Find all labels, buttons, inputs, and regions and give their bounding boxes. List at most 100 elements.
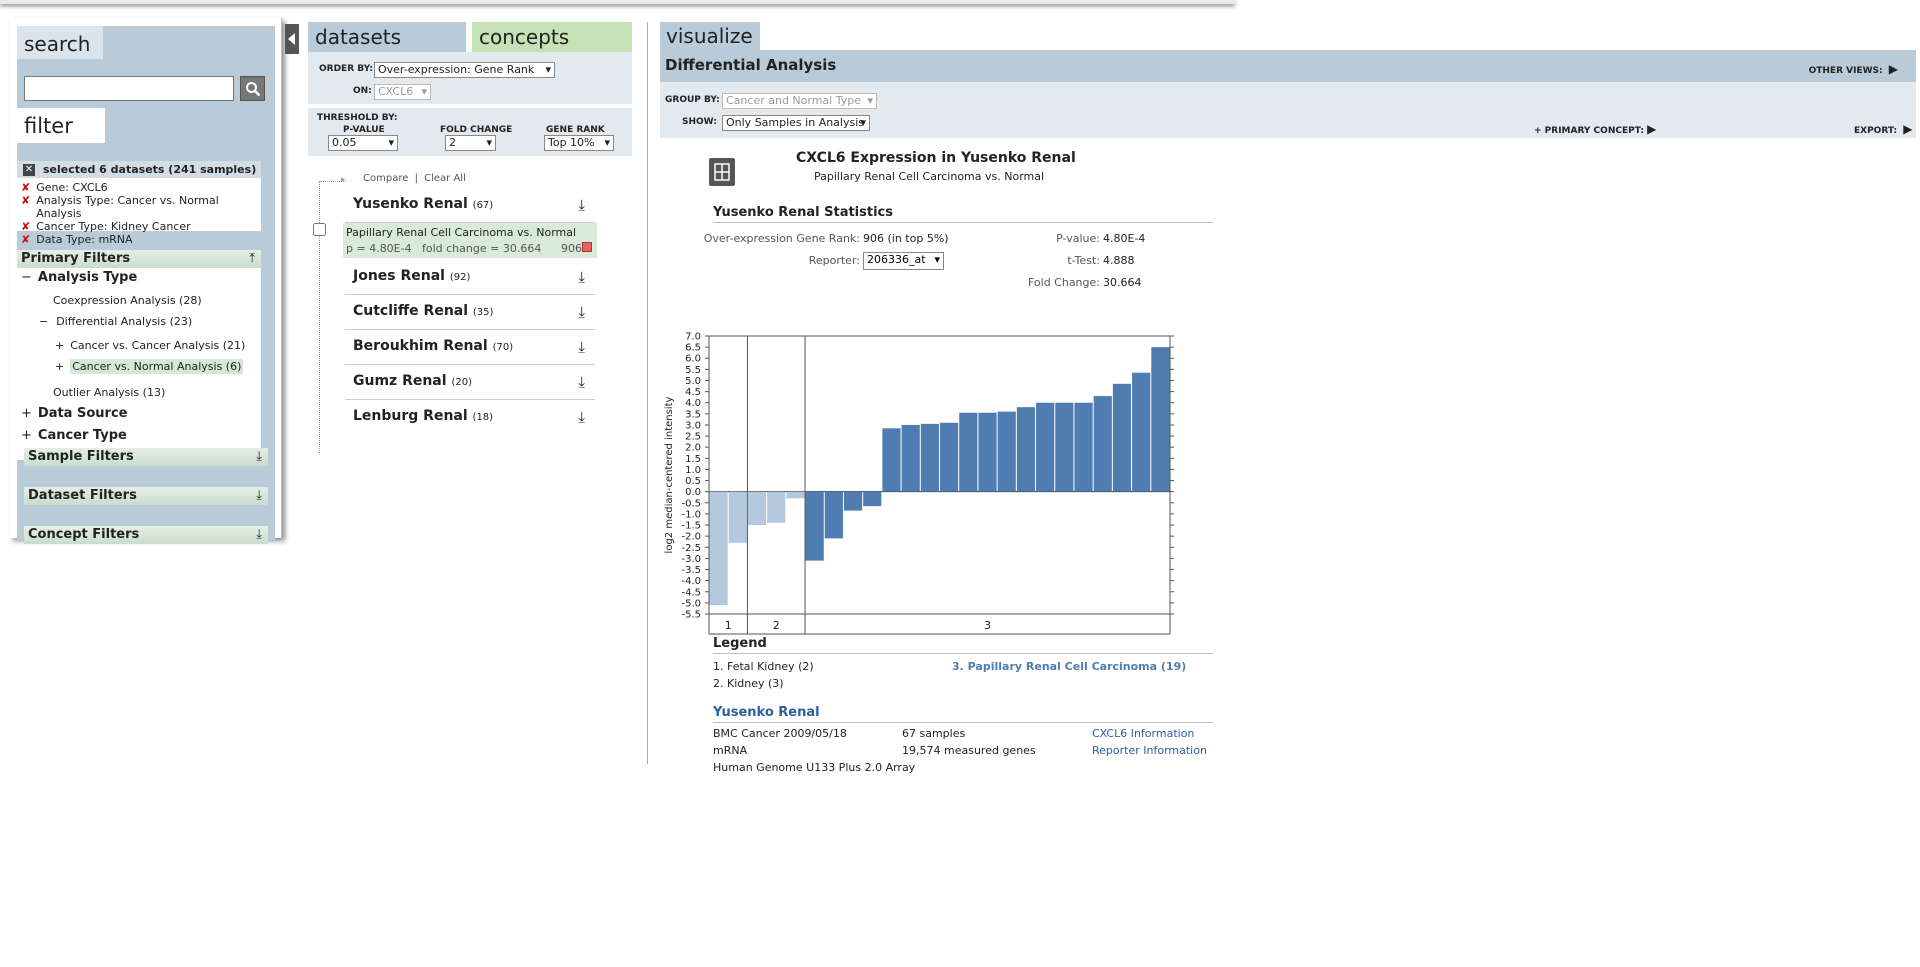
fold-change-label: Fold Change: <box>1027 276 1100 289</box>
active-filter: ✘ Analysis Type: Cancer vs. Normal Analys… <box>21 194 219 220</box>
dataset-row-lenburg[interactable]: Lenburg Renal (18) ⤓ <box>345 400 595 435</box>
tab-concepts[interactable]: concepts <box>472 22 632 52</box>
remove-filter-icon[interactable]: ✘ <box>21 181 30 194</box>
bar <box>1132 372 1151 492</box>
other-views-button[interactable]: OTHER VIEWS: ▶ <box>1809 62 1898 76</box>
primary-concept-button[interactable]: + PRIMARY CONCEPT: ▶ <box>1534 122 1656 136</box>
compare-link[interactable]: Compare <box>363 173 408 184</box>
analysis-row[interactable]: Papillary Renal Cell Carcinoma vs. Norma… <box>343 223 597 258</box>
y-tick-label: 5.0 <box>685 376 701 387</box>
tree-differential[interactable]: − Differential Analysis (23) <box>39 315 192 328</box>
y-tick-label: 3.5 <box>685 409 701 420</box>
dataset-row-beroukhim[interactable]: Beroukhim Renal (70) ⤓ <box>345 330 595 365</box>
dataset-type: mRNA <box>713 744 748 757</box>
gene-info-link[interactable]: CXCL6 Information <box>1092 727 1194 740</box>
expand-icon[interactable]: ⤓ <box>256 526 262 544</box>
tree-coexpression[interactable]: Coexpression Analysis (28) <box>53 294 202 307</box>
bar <box>978 412 997 492</box>
export-button[interactable]: EXPORT: ▶ <box>1854 122 1912 136</box>
bar <box>786 491 805 499</box>
analysis-fold: fold change = 30.664 <box>422 242 542 255</box>
reporter-info-link[interactable]: Reporter Information <box>1092 744 1207 757</box>
bar <box>997 411 1016 492</box>
play-icon: ▶ <box>1903 122 1913 136</box>
datasets-panel: datasets concepts ORDER BY: Over-express… <box>305 20 635 760</box>
tree-cancer-vs-cancer[interactable]: + Cancer vs. Cancer Analysis (21) <box>55 339 245 352</box>
analysis-checkbox[interactable] <box>313 223 326 236</box>
y-tick-label: -2.0 <box>681 532 701 543</box>
expand-icon[interactable]: ⤓ <box>256 487 262 505</box>
fold-change-label: FOLD CHANGE <box>440 125 513 135</box>
collapse-panel-handle[interactable] <box>285 24 299 54</box>
tree-outlier[interactable]: Outlier Analysis (13) <box>53 386 165 399</box>
search-button[interactable] <box>240 76 265 101</box>
top-strip <box>0 0 1235 4</box>
download-icon[interactable]: ⤓ <box>578 373 585 391</box>
show-select[interactable]: Only Samples in Analysis <box>722 115 870 131</box>
selected-datasets-box: ✕ selected 6 datasets (241 samples) ✘ Gen… <box>17 161 261 246</box>
download-icon[interactable]: ⤓ <box>578 303 585 321</box>
gene-rank-select[interactable]: Top 10% <box>544 135 614 151</box>
dataset-filters-header[interactable]: Dataset Filters ⤓ <box>24 487 268 505</box>
download-icon[interactable]: ⤓ <box>578 196 585 214</box>
fold-change-select[interactable]: 2 <box>445 135 496 151</box>
dataset-row-cutcliffe[interactable]: Cutcliffe Renal (35) ⤓ <box>345 295 595 330</box>
collapse-up-icon[interactable]: ⤒ <box>249 250 255 268</box>
pvalue-select[interactable]: 0.05 <box>328 135 398 151</box>
order-by-box: ORDER BY: Over-expression: Gene Rank ON:… <box>308 52 632 104</box>
tree-cancer-type[interactable]: + Cancer Type <box>21 428 127 443</box>
tab-datasets[interactable]: datasets <box>308 22 466 52</box>
download-icon[interactable]: ⤓ <box>578 338 585 356</box>
search-tab[interactable]: search <box>17 26 103 59</box>
remove-filter-icon[interactable]: ✘ <box>21 233 30 246</box>
bar <box>1151 347 1170 492</box>
rank-color-swatch <box>582 242 592 252</box>
bar <box>1093 396 1112 492</box>
y-tick-label: -5.5 <box>681 610 701 621</box>
dataset-title[interactable]: Yusenko Renal <box>713 705 1213 723</box>
remove-filter-icon[interactable]: ✘ <box>21 194 30 220</box>
dataset-samples: 67 samples <box>902 727 966 740</box>
bar <box>805 491 824 561</box>
bar <box>1112 383 1132 492</box>
selected-label: selected 6 datasets (241 samples) <box>43 163 257 176</box>
dataset-row-gumz[interactable]: Gumz Renal (20) ⤓ <box>345 365 595 400</box>
y-tick-label: 5.5 <box>685 365 701 376</box>
y-tick-label: 0.5 <box>685 476 701 487</box>
show-label: SHOW: <box>682 117 717 127</box>
dataset-row-yusenko[interactable]: Yusenko Renal (67) ⤓ <box>345 188 595 223</box>
remove-filter-icon[interactable]: ✘ <box>21 220 30 233</box>
order-by-select[interactable]: Over-expression: Gene Rank <box>374 62 555 78</box>
tab-visualize[interactable]: visualize <box>660 22 760 50</box>
panel-divider <box>647 22 648 764</box>
y-axis-label: log2 median-centered intensity <box>664 396 675 553</box>
tree-data-source[interactable]: + Data Source <box>21 406 127 421</box>
legend-item: 2. Kidney (3) <box>713 677 784 690</box>
tree-cancer-vs-normal[interactable]: + Cancer vs. Normal Analysis (6) <box>55 359 244 374</box>
group-by-label: GROUP BY: <box>665 95 720 105</box>
tree-analysis-type[interactable]: − Analysis Type <box>21 270 137 285</box>
analysis-rank: 906 <box>561 242 582 255</box>
on-select[interactable]: CXCL6 <box>374 84 431 100</box>
selected-header: ✕ selected 6 datasets (241 samples) <box>17 161 261 178</box>
download-icon[interactable]: ⤓ <box>578 408 585 426</box>
filter-tab[interactable]: filter <box>17 108 105 143</box>
analysis-header-bar: Differential Analysis OTHER VIEWS: ▶ <box>660 50 1916 82</box>
sample-filters-header[interactable]: Sample Filters ⤓ <box>24 448 268 466</box>
bar <box>1074 402 1093 492</box>
dataset-row-jones[interactable]: Jones Renal (92) ⤓ <box>345 260 595 295</box>
clear-all-link[interactable]: Clear All <box>424 173 466 184</box>
concept-filters-header[interactable]: Concept Filters ⤓ <box>24 526 268 544</box>
page-title: Differential Analysis <box>665 56 837 74</box>
download-icon[interactable]: ⤓ <box>578 268 585 286</box>
legend-title: Legend <box>713 636 1213 654</box>
clear-all-icon[interactable]: ✕ <box>23 163 35 176</box>
primary-filters-header[interactable]: Primary Filters ⤒ <box>17 250 261 268</box>
reporter-select[interactable]: 206336_at <box>863 252 944 270</box>
bar <box>747 491 767 526</box>
visualize-panel: visualize Differential Analysis OTHER VI… <box>660 22 1920 774</box>
group-by-select[interactable]: Cancer and Normal Type <box>722 93 877 109</box>
expand-icon[interactable]: ⤓ <box>256 448 262 466</box>
search-input[interactable] <box>24 76 234 101</box>
chart-options-button[interactable] <box>709 158 735 186</box>
